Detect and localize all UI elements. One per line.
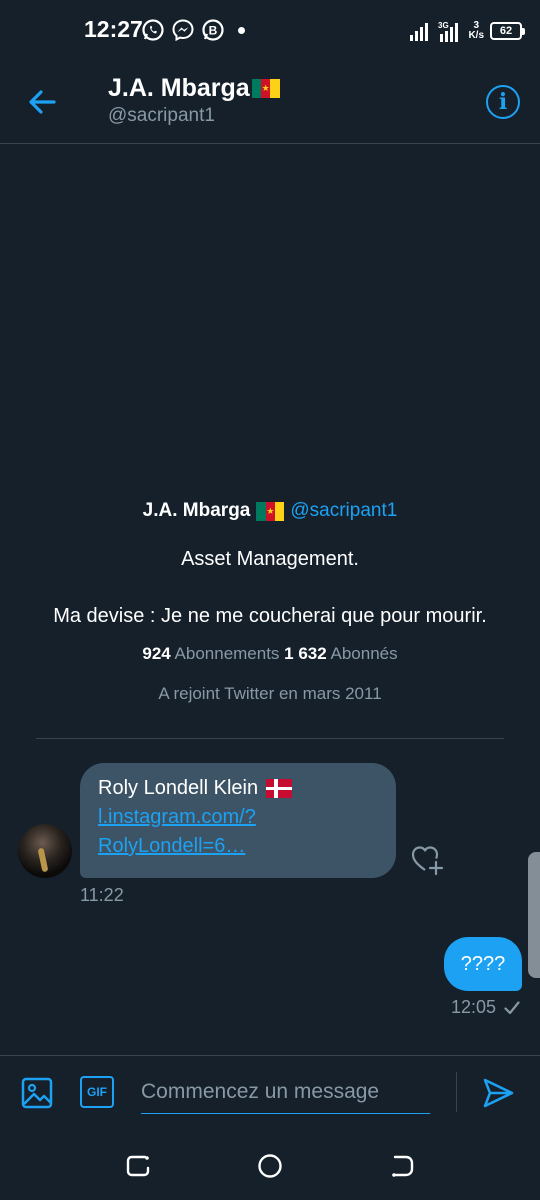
heart-add-icon[interactable]: [410, 842, 444, 876]
followers-label[interactable]: Abonnés: [331, 644, 398, 663]
recent-apps-icon[interactable]: [124, 1152, 152, 1180]
gif-icon[interactable]: GIF: [80, 1076, 114, 1108]
header-handle[interactable]: @sacripant1: [108, 105, 215, 127]
svg-text:B: B: [209, 24, 218, 38]
battery-icon: 62: [490, 22, 525, 40]
signal-4g-icon: 3G: [438, 21, 459, 42]
composer-separator: [456, 1072, 457, 1112]
header-name: J.A. Mbarga: [108, 74, 250, 102]
image-icon[interactable]: [20, 1076, 54, 1110]
outgoing-message-bubble[interactable]: ????: [444, 937, 522, 991]
notification-dot: [238, 27, 245, 34]
svg-text:3G: 3G: [438, 21, 449, 30]
message-text: ????: [460, 952, 506, 975]
messenger-icon: [172, 19, 194, 42]
header-title[interactable]: J.A. Mbarga ★: [108, 74, 280, 103]
conversation-header: J.A. Mbarga ★ @sacripant1 i: [0, 60, 540, 144]
navigation-bar: [0, 1130, 540, 1200]
profile-name-line: J.A. Mbarga ★ @sacripant1: [0, 500, 540, 522]
denmark-flag-icon: [266, 779, 293, 798]
avatar[interactable]: [18, 824, 72, 878]
gif-label: GIF: [87, 1085, 107, 1099]
profile-stats: 924 Abonnements 1 632 Abonnés: [0, 644, 540, 664]
message-composer: GIF: [0, 1055, 540, 1130]
send-icon[interactable]: [481, 1076, 515, 1110]
message-link[interactable]: l.instagram.com/? RolyLondell=6…: [98, 803, 378, 861]
profile-name[interactable]: J.A. Mbarga: [143, 500, 251, 522]
network-speed: 3 K/s: [468, 20, 484, 41]
scrollbar-handle[interactable]: [528, 852, 540, 978]
profile-handle[interactable]: @sacripant1: [290, 500, 397, 522]
status-time: 12:27: [84, 16, 143, 42]
message-time: 11:22: [80, 885, 124, 905]
profile-bio-line2: Ma devise : Je ne me coucherai que pour …: [53, 605, 487, 627]
home-icon[interactable]: [256, 1152, 284, 1180]
joined-date: A rejoint Twitter en mars 2011: [158, 684, 382, 703]
back-arrow-icon[interactable]: [24, 84, 60, 120]
profile-bio-line1: Asset Management.: [181, 548, 359, 570]
divider: [36, 738, 504, 739]
incoming-message-bubble[interactable]: Roly Londell Klein l.instagram.com/? Roly…: [80, 763, 396, 878]
shared-sender: Roly Londell Klein: [98, 777, 378, 800]
following-count[interactable]: 924: [142, 644, 170, 663]
sender-name: Roly Londell Klein: [98, 777, 259, 799]
cameroon-flag-icon: ★: [251, 79, 280, 98]
outgoing-message-meta: 12:05: [451, 997, 520, 1018]
status-bar: 12:27 B 3G 3 K/s 62: [0, 0, 540, 60]
whatsapp-icon: [142, 19, 164, 41]
following-label[interactable]: Abonnements: [175, 644, 280, 663]
signal-icon: [410, 23, 429, 41]
battery-level: 62: [499, 25, 513, 37]
whatsapp-business-icon: B: [202, 19, 224, 41]
profile-summary: J.A. Mbarga ★ @sacripant1 Asset Manageme…: [0, 500, 540, 704]
cameroon-flag-icon: ★: [256, 501, 285, 521]
back-icon[interactable]: [388, 1152, 416, 1180]
followers-count[interactable]: 1 632: [284, 644, 327, 663]
message-time: 12:05: [450, 997, 496, 1017]
status-right-group: 3G 3 K/s 62: [410, 18, 525, 44]
info-icon[interactable]: i: [486, 85, 520, 119]
check-icon: [504, 1000, 520, 1014]
message-input[interactable]: [141, 1070, 430, 1114]
